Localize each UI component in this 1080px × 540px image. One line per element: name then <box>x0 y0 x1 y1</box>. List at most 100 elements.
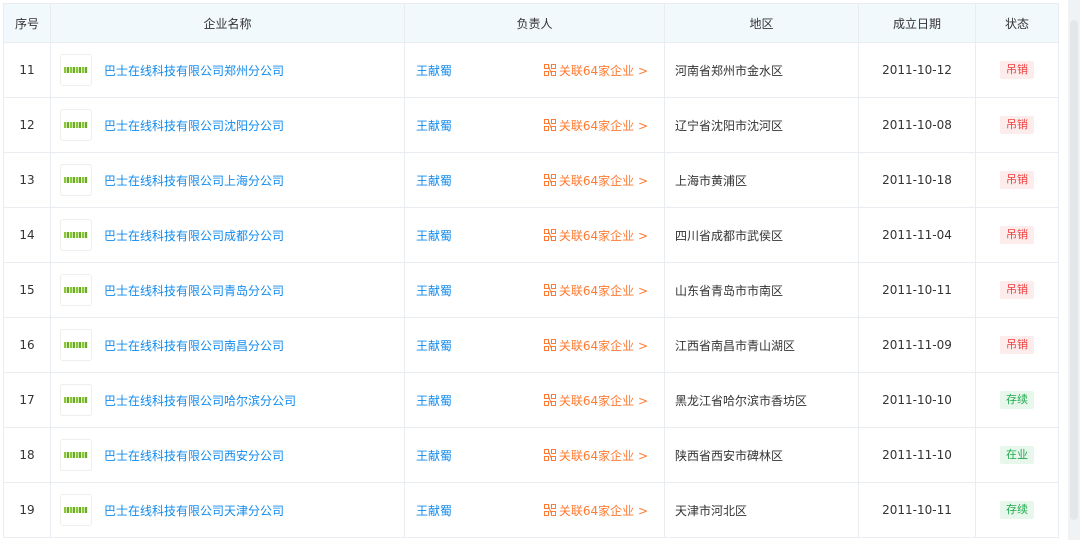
related-companies-link[interactable]: 关联64家企业 > <box>543 282 648 299</box>
person-name-link[interactable]: 王献蜀 <box>416 227 452 244</box>
person-cell: 王献蜀 关联64家企业 > <box>404 482 665 538</box>
company-cell: 巴士在线科技有限公司成都分公司 <box>50 207 405 263</box>
person-name-link[interactable]: 王献蜀 <box>416 172 452 189</box>
table-row: 17 巴士在线科技有限公司哈尔滨分公司 王献蜀 关联64家企业 > 黑龙江省哈尔… <box>3 372 1059 428</box>
company-logo <box>60 109 92 141</box>
region-cell: 陕西省西安市碑林区 <box>664 427 859 483</box>
table-row: 16 巴士在线科技有限公司南昌分公司 王献蜀 关联64家企业 > 江西省南昌市青… <box>3 317 1059 373</box>
company-cell: 巴士在线科技有限公司沈阳分公司 <box>50 97 405 153</box>
related-companies-link[interactable]: 关联64家企业 > <box>543 502 648 519</box>
related-companies-label: 关联64家企业 > <box>558 118 648 133</box>
company-name-link[interactable]: 巴士在线科技有限公司郑州分公司 <box>104 62 284 79</box>
relation-graph-icon <box>543 119 556 131</box>
company-logo <box>60 384 92 416</box>
status-badge: 吊销 <box>1000 336 1034 354</box>
region-cell: 四川省成都市武侯区 <box>664 207 859 263</box>
status-badge: 存续 <box>1000 391 1034 409</box>
status-cell: 吊销 <box>975 152 1059 208</box>
row-index: 13 <box>3 152 51 208</box>
status-cell: 吊销 <box>975 42 1059 98</box>
related-companies-link[interactable]: 关联64家企业 > <box>543 172 648 189</box>
company-logo <box>60 164 92 196</box>
table-row: 18 巴士在线科技有限公司西安分公司 王献蜀 关联64家企业 > 陕西省西安市碑… <box>3 427 1059 483</box>
status-badge: 吊销 <box>1000 226 1034 244</box>
related-companies-link[interactable]: 关联64家企业 > <box>543 392 648 409</box>
company-branch-list: 序号 企业名称 负责人 地区 成立日期 状态 11 巴士在线科技有限公司郑州分公… <box>0 0 1080 540</box>
company-cell: 巴士在线科技有限公司南昌分公司 <box>50 317 405 373</box>
person-name-link[interactable]: 王献蜀 <box>416 282 452 299</box>
person-name-link[interactable]: 王献蜀 <box>416 392 452 409</box>
company-name-link[interactable]: 巴士在线科技有限公司南昌分公司 <box>104 337 284 354</box>
header-company-name: 企业名称 <box>50 3 405 43</box>
header-person-in-charge: 负责人 <box>404 3 665 43</box>
vertical-scrollbar[interactable] <box>1068 0 1080 540</box>
person-name-link[interactable]: 王献蜀 <box>416 337 452 354</box>
related-companies-link[interactable]: 关联64家企业 > <box>543 117 648 134</box>
related-companies-link[interactable]: 关联64家企业 > <box>543 227 648 244</box>
region-cell: 山东省青岛市市南区 <box>664 262 859 318</box>
person-name-link[interactable]: 王献蜀 <box>416 502 452 519</box>
region-cell: 上海市黄浦区 <box>664 152 859 208</box>
person-cell: 王献蜀 关联64家企业 > <box>404 317 665 373</box>
company-name-link[interactable]: 巴士在线科技有限公司西安分公司 <box>104 447 284 464</box>
relation-graph-icon <box>543 449 556 461</box>
relation-graph-icon <box>543 174 556 186</box>
scrollbar-thumb[interactable] <box>1070 20 1078 520</box>
row-index: 17 <box>3 372 51 428</box>
relation-graph-icon <box>543 339 556 351</box>
company-name-link[interactable]: 巴士在线科技有限公司成都分公司 <box>104 227 284 244</box>
status-cell: 在业 <box>975 427 1059 483</box>
branch-table: 序号 企业名称 负责人 地区 成立日期 状态 11 巴士在线科技有限公司郑州分公… <box>3 3 1059 538</box>
person-cell: 王献蜀 关联64家企业 > <box>404 372 665 428</box>
founded-date-cell: 2011-10-10 <box>858 372 976 428</box>
person-cell: 王献蜀 关联64家企业 > <box>404 427 665 483</box>
status-badge: 存续 <box>1000 501 1034 519</box>
related-companies-label: 关联64家企业 > <box>558 63 648 78</box>
company-name-link[interactable]: 巴士在线科技有限公司青岛分公司 <box>104 282 284 299</box>
person-name-link[interactable]: 王献蜀 <box>416 62 452 79</box>
company-logo <box>60 219 92 251</box>
person-cell: 王献蜀 关联64家企业 > <box>404 262 665 318</box>
row-index: 18 <box>3 427 51 483</box>
header-region: 地区 <box>664 3 859 43</box>
company-name-link[interactable]: 巴士在线科技有限公司沈阳分公司 <box>104 117 284 134</box>
related-companies-label: 关联64家企业 > <box>558 283 648 298</box>
related-companies-label: 关联64家企业 > <box>558 393 648 408</box>
related-companies-link[interactable]: 关联64家企业 > <box>543 337 648 354</box>
founded-date-cell: 2011-10-12 <box>858 42 976 98</box>
table-row: 13 巴士在线科技有限公司上海分公司 王献蜀 关联64家企业 > 上海市黄浦区 … <box>3 152 1059 208</box>
related-companies-label: 关联64家企业 > <box>558 228 648 243</box>
company-cell: 巴士在线科技有限公司哈尔滨分公司 <box>50 372 405 428</box>
person-name-link[interactable]: 王献蜀 <box>416 117 452 134</box>
founded-date-cell: 2011-10-11 <box>858 482 976 538</box>
status-badge: 吊销 <box>1000 61 1034 79</box>
person-name-link[interactable]: 王献蜀 <box>416 447 452 464</box>
table-row: 11 巴士在线科技有限公司郑州分公司 王献蜀 关联64家企业 > 河南省郑州市金… <box>3 42 1059 98</box>
company-name-link[interactable]: 巴士在线科技有限公司上海分公司 <box>104 172 284 189</box>
row-index: 12 <box>3 97 51 153</box>
region-cell: 辽宁省沈阳市沈河区 <box>664 97 859 153</box>
founded-date-cell: 2011-10-18 <box>858 152 976 208</box>
row-index: 14 <box>3 207 51 263</box>
company-logo <box>60 54 92 86</box>
relation-graph-icon <box>543 504 556 516</box>
region-cell: 天津市河北区 <box>664 482 859 538</box>
status-cell: 吊销 <box>975 262 1059 318</box>
row-index: 11 <box>3 42 51 98</box>
related-companies-link[interactable]: 关联64家企业 > <box>543 62 648 79</box>
company-logo <box>60 494 92 526</box>
relation-graph-icon <box>543 394 556 406</box>
table-row: 15 巴士在线科技有限公司青岛分公司 王献蜀 关联64家企业 > 山东省青岛市市… <box>3 262 1059 318</box>
status-cell: 存续 <box>975 482 1059 538</box>
header-founded-date: 成立日期 <box>858 3 976 43</box>
header-index: 序号 <box>3 3 51 43</box>
table-row: 12 巴士在线科技有限公司沈阳分公司 王献蜀 关联64家企业 > 辽宁省沈阳市沈… <box>3 97 1059 153</box>
related-companies-link[interactable]: 关联64家企业 > <box>543 447 648 464</box>
related-companies-label: 关联64家企业 > <box>558 503 648 518</box>
person-cell: 王献蜀 关联64家企业 > <box>404 152 665 208</box>
related-companies-label: 关联64家企业 > <box>558 173 648 188</box>
company-name-link[interactable]: 巴士在线科技有限公司天津分公司 <box>104 502 284 519</box>
company-name-link[interactable]: 巴士在线科技有限公司哈尔滨分公司 <box>104 392 296 409</box>
company-logo <box>60 274 92 306</box>
status-cell: 吊销 <box>975 97 1059 153</box>
